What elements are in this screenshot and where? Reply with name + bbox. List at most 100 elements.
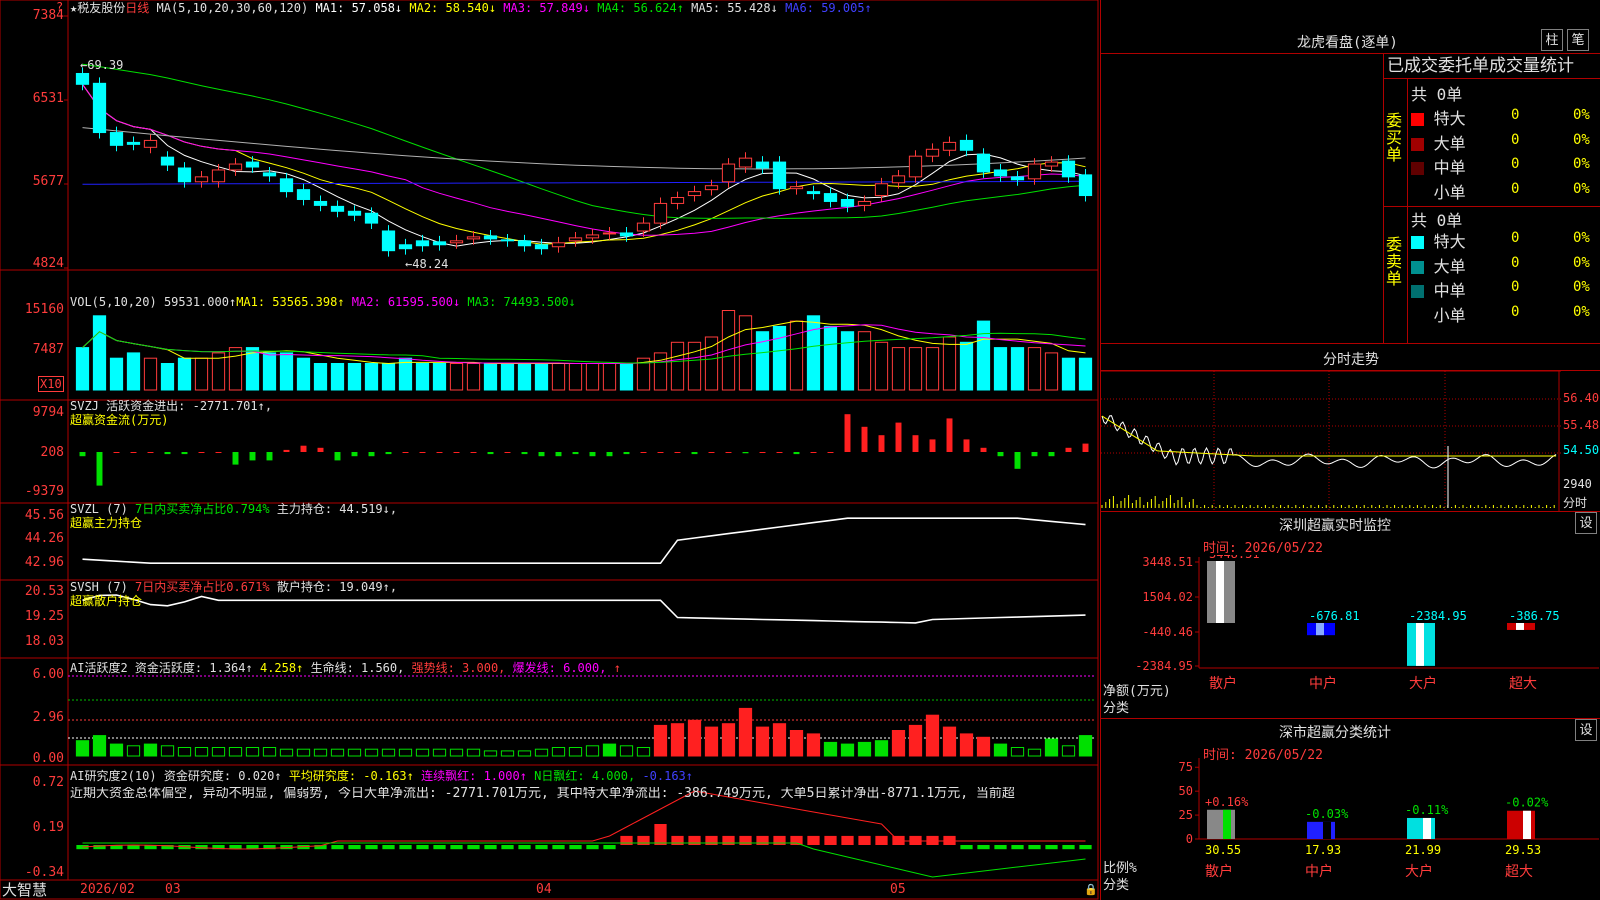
lock-icon[interactable]: 🔒: [1084, 883, 1098, 897]
ai-research-axis-label: 0.19: [32, 820, 64, 835]
chart-axis-label: -440.46: [1142, 625, 1193, 639]
svzl-subtitle: 超赢主力持仓: [70, 516, 143, 530]
bar-value-label: -676.81: [1309, 609, 1360, 623]
ai-activity-name: AI活跃度2: [70, 661, 128, 675]
date-label: 04: [536, 882, 552, 897]
order-row: 小单: [1411, 179, 1466, 203]
classify-settings-button[interactable]: 设: [1575, 719, 1597, 741]
high-annotation: ←69.39: [80, 58, 124, 72]
color-swatch: [1411, 236, 1424, 249]
ai-research-avg: 平均研究度: -0.163↑: [288, 769, 414, 783]
svsh-value: 散户持仓: 19.049↑,: [276, 580, 398, 594]
ma-spec: MA(5,10,20,30,60,120): [156, 1, 309, 15]
low-annotation: ←48.24: [405, 257, 449, 271]
chart-axis-label: 25: [1179, 808, 1193, 822]
order-percent: 0%: [1573, 230, 1590, 246]
bar-highlight: [1223, 809, 1231, 839]
order-stats-title: 已成交委托单成交量统计: [1387, 56, 1574, 76]
bar-change-label: -0.11%: [1405, 803, 1449, 817]
burst-line-value: 爆发线: 6.000,: [512, 661, 607, 675]
date-label: 03: [165, 882, 181, 897]
bar-highlight: [1423, 817, 1431, 839]
buy-count: 共 0单: [1411, 85, 1463, 104]
vol-ma1: MA1: 53565.398↑: [236, 295, 345, 309]
order-count: 0: [1511, 303, 1520, 320]
order-count: 0: [1511, 156, 1520, 172]
ma-value-1: MA1: 57.058↓: [315, 1, 403, 15]
ai-activity-arrow: ↑: [613, 661, 621, 675]
order-count: 0: [1511, 230, 1520, 246]
order-count: 0: [1511, 107, 1520, 123]
vol-value: 59531.000↑: [163, 295, 237, 309]
bar-change-label: -0.02%: [1505, 796, 1549, 810]
svsh-axis-label: 19.25: [24, 609, 64, 624]
chart-axis-label: 75: [1179, 760, 1193, 774]
bar-category-label: 中户: [1305, 863, 1333, 880]
svsh-axis-label: 18.03: [24, 634, 64, 649]
bar-value-label: 30.55: [1205, 843, 1241, 857]
svzj-header: SVZJ 活跃资金进出: -2771.701↑,: [70, 399, 272, 413]
price-axis-label: 7384: [32, 8, 64, 23]
ai-research-value: 资金研究度: 0.020↑: [163, 769, 282, 783]
bar-value-label: 29.53: [1505, 843, 1541, 857]
color-swatch: [1411, 137, 1424, 151]
period-label[interactable]: 日线: [125, 1, 149, 15]
color-swatch: [1411, 310, 1424, 323]
bar-category-label: 超大: [1509, 676, 1537, 692]
bar-value-label: -386.75: [1509, 609, 1560, 623]
bar-category-label: 中户: [1309, 675, 1337, 692]
order-row: 特大: [1411, 105, 1466, 129]
order-percent: 0%: [1573, 107, 1590, 123]
order-count: 0: [1511, 131, 1520, 148]
classify-bar-chart[interactable]: 75 50 25 0 +0.16% 30.55 散户 -0.03% 17.93 中户 -0.11% 2…: [1101, 758, 1600, 900]
stock-name: 税友股份: [77, 1, 126, 15]
ai-activity-value: 资金活跃度: 1.364↑: [134, 661, 253, 675]
tick-view-button[interactable]: 笔: [1567, 29, 1589, 51]
bar-highlight: [1516, 623, 1524, 630]
right-panel: 龙虎看盘(逐单) 柱 笔 已成交委托单成交量统计 委买单 共 0单 特大 0 0% …: [1100, 0, 1600, 900]
svzj-label: 活跃资金进出:: [106, 399, 186, 413]
ai-summary-text: 近期大资金总体偏空, 异动不明显, 偏弱势, 今日大单净流出: -2771.70…: [70, 787, 1015, 801]
order-size-label: 中单: [1424, 281, 1466, 300]
vol-axis-label: 7487: [32, 342, 64, 357]
vol-header: VOL(5,10,20) 59531.000↑MA1: 53565.398↑ M…: [70, 295, 576, 309]
bar-highlight: [1416, 623, 1424, 666]
chart-axis-label: -2384.95: [1135, 659, 1193, 673]
svzl-axis-label: 44.26: [24, 531, 64, 546]
monitor-bar-chart[interactable]: 3448.51 1504.02 -440.46 -2384.95 3448.51 散户 -6…: [1101, 555, 1600, 715]
order-size-label: 特大: [1424, 109, 1466, 128]
sell-side-label: 委卖单: [1386, 235, 1403, 288]
intraday-title: 分时走势: [1323, 352, 1379, 368]
svzl-axis-label: 42.96: [24, 555, 64, 570]
bar-category-label: 散户: [1209, 675, 1237, 692]
bar-value-label: 21.99: [1405, 843, 1441, 857]
ai-activity-axis-label: 0.00: [32, 751, 64, 766]
color-swatch: [1411, 260, 1424, 274]
bar-highlight: [1323, 821, 1331, 839]
ai-research-axis-label: 0.72: [32, 775, 64, 790]
svzj-value: -2771.701↑,: [192, 399, 273, 413]
ai-activity-header: AI活跃度2 资金活跃度: 1.364↑ 4.258↑ 生命线: 1.560, …: [70, 661, 621, 675]
price-axis-label: 4824: [32, 256, 64, 271]
bar-value-label: 17.93: [1305, 843, 1341, 857]
classify-xlabel: 分类: [1103, 878, 1130, 893]
intraday-axis-label: 54.50: [1563, 443, 1600, 457]
monitor-settings-button[interactable]: 设: [1575, 512, 1597, 534]
ai-research-name: AI研究度2(10): [70, 769, 157, 783]
kline-chart-canvas[interactable]: [0, 0, 1100, 900]
bar-highlight: [1316, 623, 1324, 636]
svzl-value: 主力持仓: 44.519↓,: [276, 502, 398, 516]
svzl-ratio: 7日内买卖净占比0.794%: [135, 502, 270, 516]
order-row: 小单: [1411, 302, 1466, 326]
bar-view-button[interactable]: 柱: [1541, 29, 1563, 51]
color-swatch: [1411, 162, 1424, 175]
order-row: 中单: [1411, 154, 1466, 178]
order-row: 特大: [1411, 228, 1466, 252]
ai-research-e: -0.163↑: [642, 769, 694, 783]
svzl-axis-label: 45.56: [24, 508, 64, 523]
main-chart-area[interactable]: ? ★税友股份日线 MA(5,10,20,30,60,120) MA1: 57.…: [0, 0, 1100, 900]
vol-axis-label: 15160: [24, 302, 64, 317]
order-percent: 0%: [1573, 156, 1590, 172]
buy-side-label: 委买单: [1386, 111, 1403, 164]
intraday-chart[interactable]: [1101, 371, 1600, 511]
